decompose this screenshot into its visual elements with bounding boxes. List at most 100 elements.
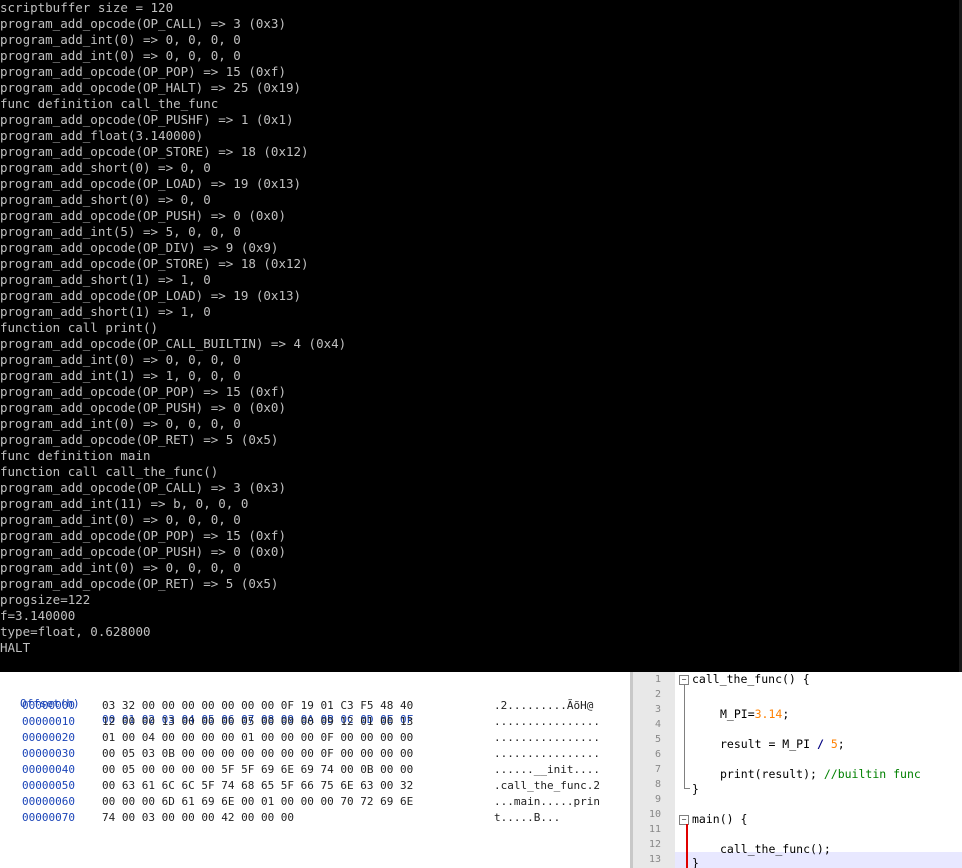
- console-line: program_add_int(0) => 0, 0, 0, 0: [0, 416, 241, 431]
- hex-ascii[interactable]: t.....B...: [494, 810, 560, 826]
- console-line: scriptbuffer size = 120: [0, 0, 174, 15]
- hex-ascii[interactable]: ......__init....: [494, 762, 600, 778]
- console-line: program_add_opcode(OP_CALL) => 3 (0x3): [0, 16, 286, 31]
- console-line: function call call_the_func(): [0, 464, 219, 479]
- code-line-1[interactable]: call_the_func() {: [692, 672, 810, 687]
- code-text: ;: [782, 707, 790, 721]
- hex-bytes[interactable]: 12 00 00 13 00 00 00 05 00 00 00 09 12 0…: [102, 714, 413, 730]
- hex-bytes[interactable]: 01 00 04 00 00 00 00 01 00 00 00 0F 00 0…: [102, 730, 413, 746]
- console-line: program_add_opcode(OP_STORE) => 18 (0x12…: [0, 144, 309, 159]
- hex-bytes[interactable]: 00 00 00 6D 61 69 6E 00 01 00 00 00 70 7…: [102, 794, 413, 810]
- code-text: M_PI=: [720, 707, 755, 721]
- hex-row[interactable]: 00000060 00 00 00 6D 61 69 6E 00 01 00 00…: [0, 794, 630, 810]
- line-number: 1: [654, 674, 661, 685]
- line-number: 3: [654, 704, 661, 715]
- console-line: program_add_opcode(OP_HALT) => 25 (0x19): [0, 80, 302, 95]
- fold-guide: [684, 685, 685, 788]
- code-line-5[interactable]: result = M_PI / 5;: [720, 737, 845, 752]
- console-line: HALT: [0, 640, 31, 655]
- line-number: 2: [654, 689, 661, 700]
- console-line: program_add_opcode(OP_POP) => 15 (0xf): [0, 64, 286, 79]
- console-line: program_add_opcode(OP_POP) => 15 (0xf): [0, 528, 286, 543]
- hex-row[interactable]: 00000050 00 63 61 6C 6C 5F 74 68 65 5F 66…: [0, 778, 630, 794]
- console-line: program_add_float(3.140000): [0, 128, 204, 143]
- hex-offset: 00000000: [22, 699, 75, 712]
- hex-bytes[interactable]: 03 32 00 00 00 00 00 00 00 0F 19 01 C3 F…: [102, 698, 413, 714]
- console-line: program_add_int(0) => 0, 0, 0, 0: [0, 512, 241, 527]
- hex-bytes[interactable]: 00 05 00 00 00 00 5F 5F 69 6E 69 74 00 0…: [102, 762, 413, 778]
- code-text: result = M_PI: [720, 737, 817, 751]
- line-number: 10: [648, 809, 661, 820]
- code-line-7[interactable]: print(result); //builtin func: [720, 767, 921, 782]
- operator: /: [816, 737, 824, 751]
- hex-row[interactable]: 00000020 01 00 04 00 00 00 00 01 00 00 00…: [0, 730, 630, 746]
- hex-ascii[interactable]: ................: [494, 714, 600, 730]
- console-line: program_add_opcode(OP_PUSH) => 0 (0x0): [0, 400, 286, 415]
- code-line-12[interactable]: call_the_func();: [720, 842, 831, 857]
- code-line-3[interactable]: M_PI=3.14;: [720, 707, 789, 722]
- hex-offset: 00000040: [22, 763, 75, 776]
- code-text: }: [692, 856, 699, 868]
- console-line: program_add_opcode(OP_LOAD) => 19 (0x13): [0, 288, 302, 303]
- hex-header-row: Offset(h) 00 01 02 03 04 05 06 07 08 09 …: [0, 680, 630, 726]
- hex-bytes[interactable]: 00 05 03 0B 00 00 00 00 00 00 00 0F 00 0…: [102, 746, 413, 762]
- line-number: 5: [654, 734, 661, 745]
- hex-offset: 00000060: [22, 795, 75, 808]
- number-literal: 5: [830, 737, 838, 751]
- console-line: f=3.140000: [0, 608, 76, 623]
- console-line: program_add_opcode(OP_DIV) => 9 (0x9): [0, 240, 279, 255]
- console-line: program_add_short(0) => 0, 0: [0, 192, 211, 207]
- code-text: call_the_func() {: [692, 672, 810, 686]
- hex-ascii[interactable]: .2.........ÃõH@: [494, 698, 593, 714]
- console-line: program_add_int(5) => 5, 0, 0, 0: [0, 224, 241, 239]
- console-line: program_add_opcode(OP_CALL) => 3 (0x3): [0, 480, 286, 495]
- fold-toggle-icon[interactable]: −: [679, 675, 689, 685]
- console-line: program_add_int(0) => 0, 0, 0, 0: [0, 352, 241, 367]
- code-text: }: [692, 782, 699, 796]
- console-line: func definition call_the_func: [0, 96, 219, 111]
- hex-row[interactable]: 00000070 74 00 03 00 00 00 42 00 00 00 t..…: [0, 810, 630, 826]
- hex-ascii[interactable]: ................: [494, 746, 600, 762]
- change-marker: [686, 824, 688, 868]
- code-line-8[interactable]: }: [692, 782, 699, 797]
- fold-end-marker: [684, 788, 690, 789]
- console-line: program_add_int(1) => 1, 0, 0, 0: [0, 368, 241, 383]
- line-number: 11: [648, 824, 661, 835]
- console-window[interactable]: scriptbuffer size = 120 program_add_opcod…: [0, 0, 962, 672]
- code-text: print(result);: [720, 767, 824, 781]
- console-line: program_add_opcode(OP_PUSH) => 0 (0x0): [0, 208, 286, 223]
- line-number: 6: [654, 749, 661, 760]
- console-line: program_add_opcode(OP_POP) => 15 (0xf): [0, 384, 286, 399]
- hex-offset: 00000050: [22, 779, 75, 792]
- line-number: 8: [654, 779, 661, 790]
- hex-bytes[interactable]: 00 63 61 6C 6C 5F 74 68 65 5F 66 75 6E 6…: [102, 778, 413, 794]
- console-line: program_add_opcode(OP_LOAD) => 19 (0x13): [0, 176, 302, 191]
- console-line: program_add_opcode(OP_RET) => 5 (0x5): [0, 432, 279, 447]
- code-line-13[interactable]: }: [692, 856, 699, 868]
- line-number: 9: [654, 794, 661, 805]
- hex-ascii[interactable]: ................: [494, 730, 600, 746]
- hex-offset: 00000020: [22, 731, 75, 744]
- hex-ascii[interactable]: ...main.....prin: [494, 794, 600, 810]
- hex-row[interactable]: 00000030 00 05 03 0B 00 00 00 00 00 00 00…: [0, 746, 630, 762]
- hex-row[interactable]: 00000010 12 00 00 13 00 00 00 05 00 00 00…: [0, 714, 630, 730]
- hex-editor-panel[interactable]: Offset(h) 00 01 02 03 04 05 06 07 08 09 …: [0, 672, 630, 868]
- hex-bytes[interactable]: 74 00 03 00 00 00 42 00 00 00: [102, 810, 294, 826]
- console-line: program_add_short(1) => 1, 0: [0, 272, 211, 287]
- console-line: program_add_opcode(OP_RET) => 5 (0x5): [0, 576, 279, 591]
- code-editor-panel[interactable]: 1 2 3 4 5 6 7 8 9 10 11 12 13 − − call_the_func() { …: [633, 672, 962, 868]
- hex-offset: 00000010: [22, 715, 75, 728]
- hex-offset: 00000030: [22, 747, 75, 760]
- comment: //builtin func: [823, 767, 921, 781]
- console-line: func definition main: [0, 448, 151, 463]
- hex-ascii[interactable]: .call_the_func.2: [494, 778, 600, 794]
- line-number: 4: [654, 719, 661, 730]
- code-text: ;: [837, 737, 845, 751]
- code-line-10[interactable]: main() {: [692, 812, 747, 827]
- code-text: call_the_func();: [720, 842, 831, 856]
- hex-row[interactable]: 00000000 03 32 00 00 00 00 00 00 00 0F 19…: [0, 698, 630, 714]
- console-line: program_add_short(1) => 1, 0: [0, 304, 211, 319]
- hex-row[interactable]: 00000040 00 05 00 00 00 00 5F 5F 69 6E 69…: [0, 762, 630, 778]
- console-line: program_add_opcode(OP_CALL_BUILTIN) => 4…: [0, 336, 347, 351]
